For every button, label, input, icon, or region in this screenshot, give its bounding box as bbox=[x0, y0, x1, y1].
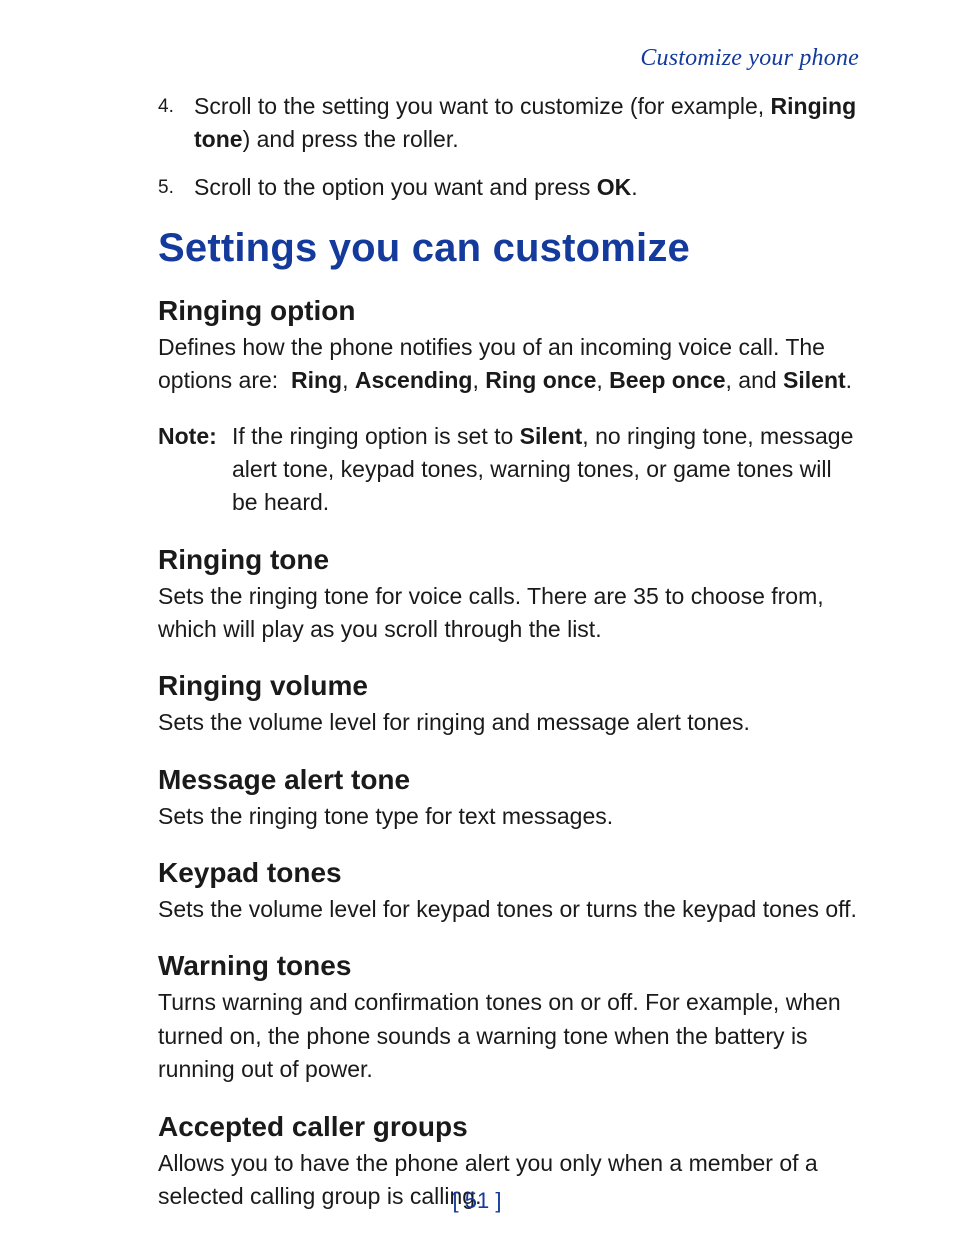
heading-ringing-option: Ringing option bbox=[158, 295, 859, 327]
heading-keypad-tones: Keypad tones bbox=[158, 857, 859, 889]
bold-ok: OK bbox=[597, 174, 632, 200]
heading-warning-tones: Warning tones bbox=[158, 950, 859, 982]
text: , bbox=[342, 367, 355, 393]
step-list: 4. Scroll to the setting you want to cus… bbox=[158, 90, 859, 204]
note-label: Note: bbox=[158, 420, 230, 453]
text: Scroll to the setting you want to custom… bbox=[194, 93, 771, 119]
opt-ascending: Ascending bbox=[355, 367, 473, 393]
text: Scroll to the option you want and press bbox=[194, 174, 597, 200]
paragraph-ringing-volume: Sets the volume level for ringing and me… bbox=[158, 706, 859, 739]
text: , bbox=[596, 367, 609, 393]
step-body: Scroll to the setting you want to custom… bbox=[194, 90, 859, 157]
note-body: If the ringing option is set to Silent, … bbox=[232, 420, 859, 520]
text: If the ringing option is set to bbox=[232, 423, 520, 449]
opt-beep-once: Beep once bbox=[609, 367, 725, 393]
opt-silent: Silent bbox=[783, 367, 846, 393]
text: . bbox=[631, 174, 637, 200]
paragraph-warning-tones: Turns warning and confirmation tones on … bbox=[158, 986, 859, 1086]
paragraph-keypad-tones: Sets the volume level for keypad tones o… bbox=[158, 893, 859, 926]
paragraph-ringing-option: Defines how the phone notifies you of an… bbox=[158, 331, 859, 398]
note: Note: If the ringing option is set to Si… bbox=[158, 420, 859, 520]
heading-main: Settings you can customize bbox=[158, 226, 859, 271]
opt-ring: Ring bbox=[291, 367, 342, 393]
heading-message-alert-tone: Message alert tone bbox=[158, 764, 859, 796]
text: , bbox=[472, 367, 485, 393]
page-header: Customize your phone bbox=[158, 45, 859, 72]
bold-silent: Silent bbox=[520, 423, 583, 449]
text: ) and press the roller. bbox=[243, 126, 459, 152]
heading-accepted-caller-groups: Accepted caller groups bbox=[158, 1111, 859, 1143]
text: . bbox=[846, 367, 852, 393]
heading-ringing-volume: Ringing volume bbox=[158, 670, 859, 702]
step-4: 4. Scroll to the setting you want to cus… bbox=[158, 90, 859, 157]
step-number: 5. bbox=[158, 174, 188, 202]
page-number: [ 51 ] bbox=[0, 1188, 954, 1214]
step-number: 4. bbox=[158, 93, 188, 121]
paragraph-message-alert-tone: Sets the ringing tone type for text mess… bbox=[158, 800, 859, 833]
paragraph-ringing-tone: Sets the ringing tone for voice calls. T… bbox=[158, 580, 859, 647]
step-body: Scroll to the option you want and press … bbox=[194, 171, 859, 204]
page: Customize your phone 4. Scroll to the se… bbox=[0, 0, 954, 1248]
opt-ring-once: Ring once bbox=[485, 367, 596, 393]
text: , and bbox=[726, 367, 784, 393]
step-5: 5. Scroll to the option you want and pre… bbox=[158, 171, 859, 204]
heading-ringing-tone: Ringing tone bbox=[158, 544, 859, 576]
